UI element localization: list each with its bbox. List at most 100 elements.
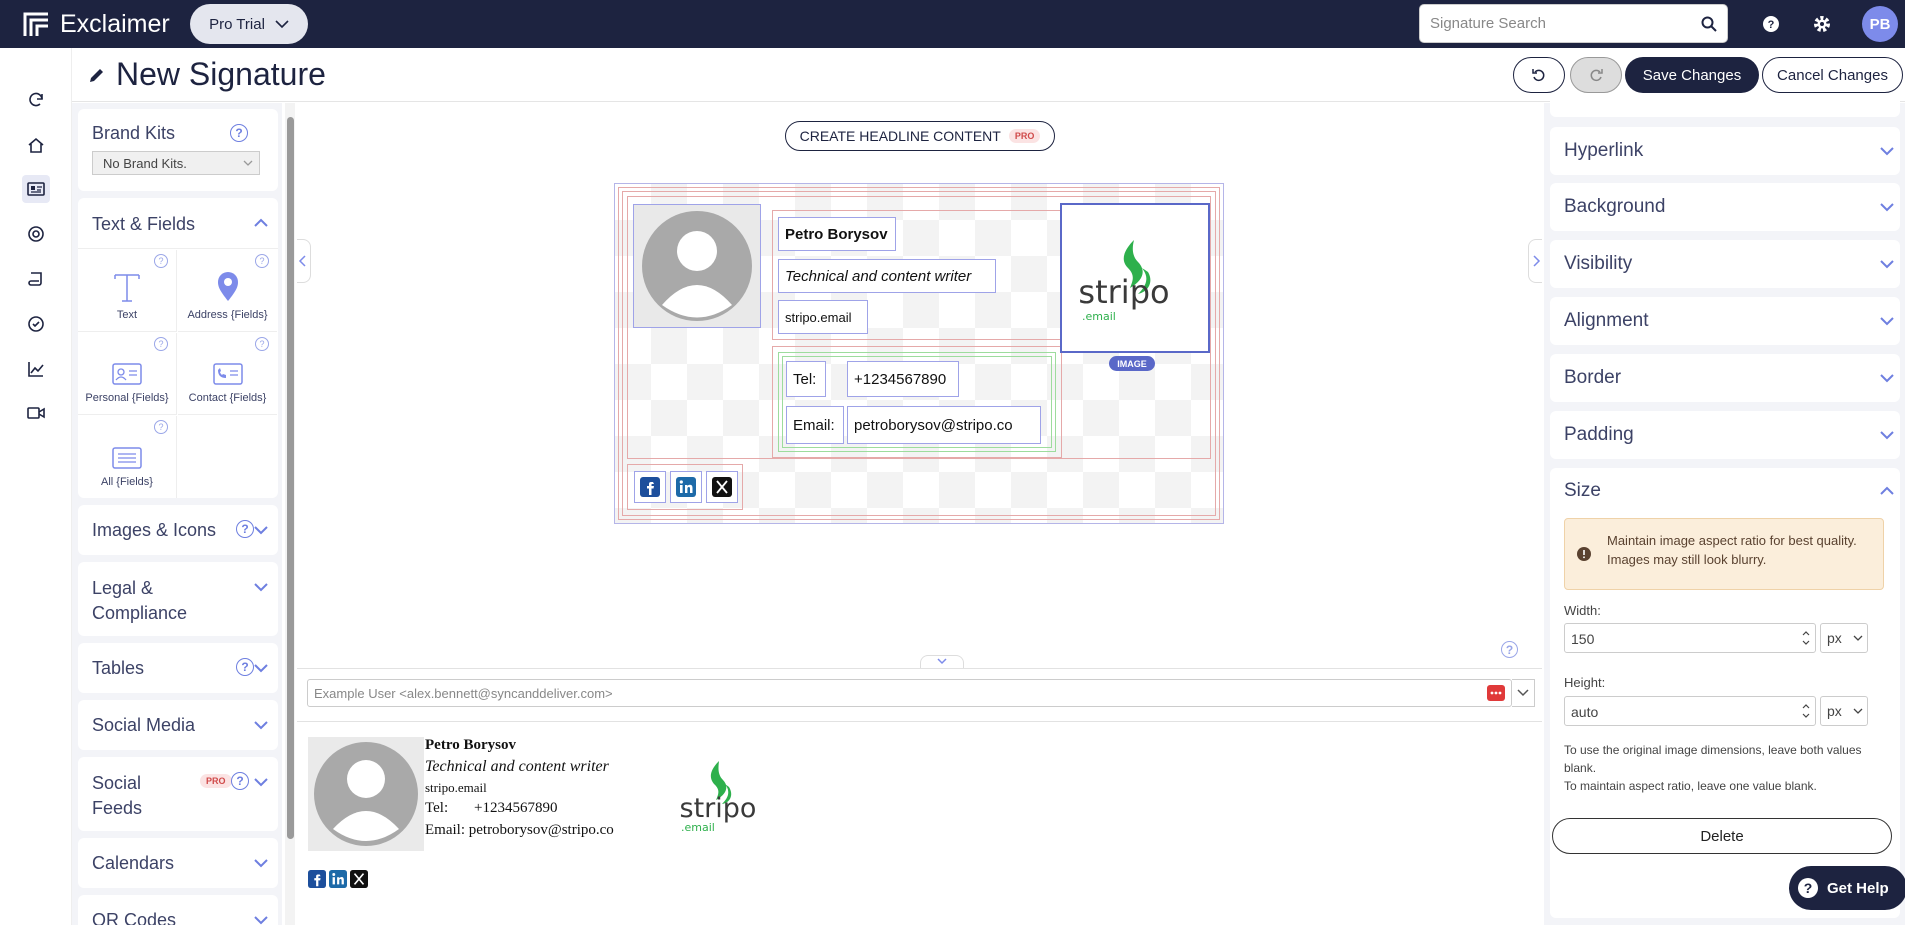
help-icon[interactable]: ? [1759,12,1783,36]
preview-facebook-icon[interactable] [308,870,326,888]
scroll-icon[interactable] [22,265,50,293]
redo-button[interactable] [1570,57,1622,93]
home-icon[interactable] [22,131,50,159]
images-icons-card[interactable]: Images & Icons ? [78,505,278,555]
sender-dropdown-toggle[interactable] [1512,679,1535,707]
legal-compliance-card[interactable]: Legal & Compliance [78,562,278,636]
preview-tel: +1234567890 [474,800,558,816]
help-icon[interactable]: ? [154,337,168,351]
preview-sender-select[interactable]: Example User <alex.bennett@syncanddelive… [307,679,1512,707]
visibility-section[interactable]: Visibility [1550,240,1900,288]
chevron-up-icon[interactable] [252,214,270,232]
tables-card[interactable]: Tables ? [78,643,278,693]
section-title: Tables [92,658,145,678]
collapse-left-toggle[interactable] [297,239,311,283]
chevron-down-icon[interactable] [252,911,270,925]
x-twitter-icon[interactable] [706,471,738,503]
border-section[interactable]: Border [1550,354,1900,402]
help-icon[interactable]: ? [230,124,248,142]
scrollbar-thumb[interactable] [287,117,294,839]
chevron-down-icon[interactable] [252,716,270,734]
exclaimer-logo[interactable]: Exclaimer [22,10,170,39]
help-icon[interactable]: ? [255,254,269,268]
section-title: QR Codes [92,910,177,925]
social-media-card[interactable]: Social Media [78,700,278,750]
target-icon[interactable] [22,220,50,248]
brand-kits-select[interactable]: No Brand Kits. [92,151,260,175]
chevron-down-icon[interactable] [252,578,270,596]
chevron-down-icon[interactable] [252,854,270,872]
more-options-icon[interactable] [1487,685,1505,701]
chevron-down-icon[interactable] [252,773,270,791]
logo-image[interactable]: stripo .email [1060,203,1210,353]
settings-gear-icon[interactable] [1810,12,1834,36]
preview-x-twitter-icon[interactable] [350,870,368,888]
refresh-icon[interactable] [22,86,50,114]
preview-linkedin-icon[interactable] [329,870,347,888]
signature-canvas: CREATE HEADLINE CONTENT PRO Petro Boryso… [297,103,1542,669]
all-fields-tile[interactable]: ? All {Fields} [78,416,177,498]
help-icon[interactable]: ? [154,254,168,268]
help-icon[interactable]: ? [231,772,249,790]
email-value[interactable]: petroborysov@stripo.co [847,406,1041,444]
user-avatar[interactable]: PB [1862,6,1898,42]
search-icon[interactable] [1701,16,1717,32]
text-fields-card: Text & Fields ? Text ? Address {Fields} … [78,198,278,498]
cancel-changes-button[interactable]: Cancel Changes [1762,57,1903,93]
get-help-button[interactable]: ? Get Help [1789,866,1905,910]
company-field[interactable]: stripo.email [778,300,868,334]
profile-photo[interactable] [633,204,761,328]
height-input[interactable]: auto [1564,696,1816,726]
analytics-icon[interactable] [22,355,50,383]
tel-value[interactable]: +1234567890 [847,361,959,397]
video-icon[interactable] [22,399,50,427]
calendars-card[interactable]: Calendars [78,838,278,888]
signature-layout[interactable]: Petro Borysov Technical and content writ… [614,183,1224,524]
width-input[interactable]: 150 [1564,623,1816,653]
create-headline-button[interactable]: CREATE HEADLINE CONTENT PRO [785,121,1055,151]
check-circle-icon[interactable] [22,310,50,338]
section-top-partial [1550,93,1900,117]
width-unit-select[interactable]: px [1820,623,1868,653]
tel-label[interactable]: Tel: [786,361,826,397]
stepper-icon[interactable] [1801,629,1811,647]
undo-button[interactable] [1513,57,1565,93]
preview-logo-wordmark: stripo [680,793,757,824]
chevron-up-icon[interactable] [1878,482,1896,500]
signatures-icon[interactable] [22,175,50,203]
section-title: Size [1564,480,1601,501]
facebook-icon[interactable] [634,471,666,503]
preview-name: Petro Borysov [425,737,516,753]
left-panel-scrollbar[interactable] [285,103,295,925]
chevron-down-icon[interactable] [252,521,270,539]
save-changes-button[interactable]: Save Changes [1625,57,1759,93]
text-tile[interactable]: ? Text [78,250,177,332]
help-icon[interactable]: ? [154,420,168,434]
qr-codes-card[interactable]: QR Codes [78,895,278,925]
avatar-placeholder-icon [634,205,760,327]
social-feeds-card[interactable]: Social Feeds PRO ? [78,757,278,831]
email-label[interactable]: Email: [786,406,844,444]
signature-search-input[interactable]: Signature Search [1419,4,1728,43]
stepper-icon[interactable] [1801,702,1811,720]
collapse-preview-toggle[interactable] [920,655,964,669]
help-icon[interactable]: ? [1501,641,1518,658]
plan-dropdown[interactable]: Pro Trial [190,4,308,44]
collapse-right-toggle[interactable] [1528,239,1542,283]
chevron-down-icon[interactable] [252,659,270,677]
personal-fields-tile[interactable]: ? Personal {Fields} [78,333,177,415]
hyperlink-section[interactable]: Hyperlink [1550,127,1900,175]
name-field[interactable]: Petro Borysov [778,217,896,251]
delete-button[interactable]: Delete [1552,818,1892,854]
height-unit-select[interactable]: px [1820,696,1868,726]
svg-text:?: ? [1768,19,1775,31]
contact-fields-tile[interactable]: ? Contact {Fields} [178,333,277,415]
padding-section[interactable]: Padding [1550,411,1900,459]
job-title-field[interactable]: Technical and content writer [778,259,996,293]
help-icon[interactable]: ? [255,337,269,351]
preview-company: stripo.email [425,780,487,795]
address-fields-tile[interactable]: ? Address {Fields} [178,250,277,332]
background-section[interactable]: Background [1550,183,1900,231]
alignment-section[interactable]: Alignment [1550,297,1900,345]
linkedin-icon[interactable] [670,471,702,503]
